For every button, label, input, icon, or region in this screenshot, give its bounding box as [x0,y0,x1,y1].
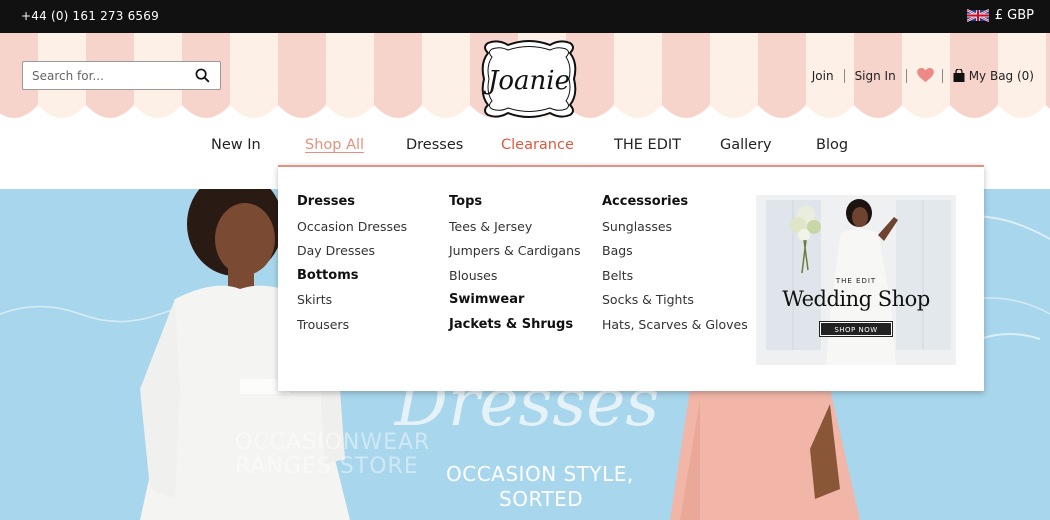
promo-tagline: THE EDIT [835,277,877,285]
menu-heading-dresses[interactable]: Dresses [297,190,407,215]
nav-item-the-edit[interactable]: THE EDIT [614,137,681,153]
ghost-line: RANGES STORE [235,454,419,479]
heart-icon[interactable] [916,68,934,83]
menu-column-tops: Tops Tees & Jersey Jumpers & Cardigans B… [449,190,581,337]
logo-text: Joanie [483,66,570,96]
promo-title: Wedding Shop [782,287,930,311]
menu-item-socks-tights[interactable]: Socks & Tights [602,288,748,313]
shop-now-button[interactable]: SHOP NOW [819,321,893,337]
search-input[interactable] [23,62,183,89]
hero-ghost-text: OCCASIONWEAR RANGES STORE [235,431,430,479]
menu-heading-accessories[interactable]: Accessories [602,190,748,215]
hero-tagline-line2: SORTED [499,487,584,511]
awning-stripe [758,33,806,118]
awning-stripe [230,33,278,118]
awning-stripe [662,33,710,118]
menu-heading-bottoms[interactable]: Bottoms [297,264,407,289]
nav-item-blog[interactable]: Blog [816,137,848,153]
nav-item-clearance[interactable]: Clearance [501,137,574,153]
join-link[interactable]: Join [802,69,844,83]
awning-stripe [278,33,326,118]
menu-item-bags[interactable]: Bags [602,239,748,264]
nav-item-shop-all[interactable]: Shop All [305,137,364,153]
hero-tagline-line1: OCCASION STYLE, [446,462,634,486]
menu-heading-swimwear[interactable]: Swimwear [449,288,581,313]
ghost-line: OCCASIONWEAR [235,430,431,455]
uk-flag-icon [966,9,989,22]
menu-item-blouses[interactable]: Blouses [449,264,581,289]
top-bar: +44 (0) 161 273 6569 £ GBP [0,0,1050,33]
divider [905,68,907,83]
menu-item-sunglasses[interactable]: Sunglasses [602,215,748,240]
menu-item-tees-jersey[interactable]: Tees & Jersey [449,215,581,240]
menu-heading-jackets-shrugs[interactable]: Jackets & Shrugs [449,313,581,338]
site-header: Joanie Join Sign In My Bag (0) [0,33,1050,128]
menu-item-day-dresses[interactable]: Day Dresses [297,239,407,264]
search-icon[interactable] [195,68,210,83]
awning-stripe [374,33,422,118]
menu-item-trousers[interactable]: Trousers [297,313,407,338]
menu-column-dresses: Dresses Occasion Dresses Day Dresses Bot… [297,190,407,337]
divider [941,68,943,83]
menu-heading-tops[interactable]: Tops [449,190,581,215]
menu-item-hats-scarves-gloves[interactable]: Hats, Scarves & Gloves [602,313,748,338]
joanie-logo[interactable]: Joanie [474,39,584,119]
awning-stripe [422,33,470,118]
menu-column-accessories: Accessories Sunglasses Bags Belts Socks … [602,190,748,337]
shop-all-mega-menu: Dresses Occasion Dresses Day Dresses Bot… [278,165,984,391]
menu-item-belts[interactable]: Belts [602,264,748,289]
nav-item-gallery[interactable]: Gallery [720,137,772,153]
my-bag-link[interactable]: My Bag (0) [969,69,1034,83]
menu-item-jumpers-cardigans[interactable]: Jumpers & Cardigans [449,239,581,264]
wedding-shop-promo[interactable]: THE EDIT Wedding Shop SHOP NOW [756,195,956,365]
awning-stripe [1046,33,1050,109]
sign-in-link[interactable]: Sign In [845,69,906,83]
awning-stripe [614,33,662,118]
shopping-bag-icon[interactable] [953,69,965,82]
phone-number[interactable]: +44 (0) 161 273 6569 [21,9,159,23]
account-links: Join Sign In My Bag (0) [802,68,1034,83]
awning-stripe [710,33,758,118]
menu-item-occasion-dresses[interactable]: Occasion Dresses [297,215,407,240]
menu-item-skirts[interactable]: Skirts [297,288,407,313]
nav-item-dresses[interactable]: Dresses [406,137,463,153]
main-navigation: New In Shop All Dresses Clearance THE ED… [0,128,1050,165]
search-box[interactable] [22,61,221,90]
currency-label: £ GBP [994,8,1034,23]
nav-item-new-in[interactable]: New In [211,137,261,153]
currency-selector[interactable]: £ GBP [966,8,1034,23]
awning-stripe [326,33,374,118]
